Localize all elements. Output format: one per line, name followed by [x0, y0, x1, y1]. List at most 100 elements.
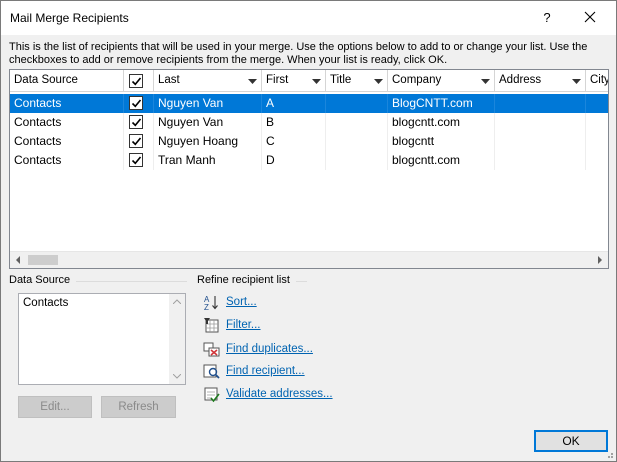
- column-label: City: [590, 74, 609, 86]
- find-recipient-icon: [203, 364, 220, 379]
- scroll-right-icon[interactable]: [591, 252, 608, 268]
- column-header-company[interactable]: Company: [388, 70, 495, 92]
- sort-az-icon: A Z: [204, 295, 218, 311]
- checkmark-icon: [131, 118, 142, 127]
- scroll-down-icon[interactable]: [173, 374, 181, 379]
- column-header-select-all[interactable]: [124, 70, 154, 92]
- row-checkbox[interactable]: [129, 115, 143, 129]
- cell-company: blogcntt.com: [388, 113, 495, 132]
- cell-first: B: [262, 113, 326, 132]
- dialog-title: Mail Merge Recipients: [10, 11, 129, 25]
- refine-link-label: Filter...: [226, 319, 261, 331]
- column-label: Address: [499, 74, 542, 86]
- refine-link-label: Find recipient...: [226, 365, 305, 377]
- cell-title: [326, 151, 388, 170]
- cell-company: BlogCNTT.com: [388, 94, 495, 113]
- close-button[interactable]: [575, 4, 605, 30]
- column-label: Last: [158, 74, 180, 86]
- cell-title: [326, 94, 388, 113]
- svg-text:Z: Z: [204, 303, 209, 311]
- cell-city: [586, 151, 608, 170]
- column-header-last[interactable]: Last: [154, 70, 262, 92]
- row-checkbox[interactable]: [129, 153, 143, 167]
- cell-checkbox: [124, 151, 154, 170]
- checkmark-icon: [131, 156, 142, 165]
- cell-address: [495, 132, 586, 151]
- edit-button[interactable]: Edit...: [18, 396, 92, 418]
- cell-data-source: Contacts: [10, 94, 124, 113]
- help-button[interactable]: ?: [535, 6, 559, 30]
- cell-checkbox: [124, 94, 154, 113]
- column-header-city[interactable]: City: [586, 70, 609, 92]
- mail-merge-recipients-dialog: Mail Merge Recipients ? This is the list…: [0, 0, 617, 462]
- cell-last: Nguyen Van: [154, 113, 262, 132]
- find-duplicates-icon: [203, 342, 220, 357]
- resize-grip-icon[interactable]: [604, 449, 614, 459]
- dropdown-arrow-icon[interactable]: [248, 79, 257, 84]
- cell-city: [586, 113, 608, 132]
- vertical-scrollbar[interactable]: [169, 294, 185, 384]
- dropdown-arrow-icon[interactable]: [312, 79, 321, 84]
- cell-first: A: [262, 94, 326, 113]
- cell-city: [586, 132, 608, 151]
- row-checkbox[interactable]: [129, 96, 143, 110]
- checkmark-icon: [131, 77, 142, 86]
- cell-title: [326, 113, 388, 132]
- table-row[interactable]: Contacts Tran Manh D blogcntt.com: [10, 151, 608, 170]
- list-item[interactable]: Contacts: [23, 297, 68, 309]
- checkmark-icon: [131, 99, 142, 108]
- cell-data-source: Contacts: [10, 151, 124, 170]
- dropdown-arrow-icon[interactable]: [572, 79, 581, 84]
- cell-city: [586, 94, 608, 113]
- scroll-left-icon[interactable]: [10, 252, 27, 268]
- close-icon: [584, 11, 596, 23]
- row-checkbox[interactable]: [129, 134, 143, 148]
- cell-data-source: Contacts: [10, 113, 124, 132]
- filter-table-icon: [204, 318, 219, 333]
- column-header-first[interactable]: First: [262, 70, 326, 92]
- cell-last: Nguyen Van: [154, 94, 262, 113]
- cell-address: [495, 113, 586, 132]
- cell-checkbox: [124, 132, 154, 151]
- column-label: Data Source: [14, 74, 78, 86]
- cell-first: D: [262, 151, 326, 170]
- grid-header: Data Source Last First Title Company Add…: [10, 70, 609, 92]
- data-source-group-label: Data Source: [9, 274, 77, 286]
- select-all-checkbox[interactable]: [129, 74, 143, 88]
- scroll-up-icon[interactable]: [173, 299, 181, 304]
- ok-button[interactable]: OK: [534, 430, 608, 452]
- table-row[interactable]: Contacts Nguyen Van A BlogCNTT.com: [10, 94, 608, 113]
- table-row[interactable]: Contacts Nguyen Van B blogcntt.com: [10, 113, 608, 132]
- cell-company: blogcntt.com: [388, 151, 495, 170]
- column-label: First: [266, 74, 289, 86]
- intro-text: This is the list of recipients that will…: [9, 41, 588, 66]
- checkmark-icon: [131, 137, 142, 146]
- dropdown-arrow-icon[interactable]: [481, 79, 490, 84]
- scrollbar-thumb[interactable]: [28, 255, 58, 265]
- refine-link-label: Sort...: [226, 296, 257, 308]
- cell-title: [326, 132, 388, 151]
- dropdown-arrow-icon[interactable]: [374, 79, 383, 84]
- validate-addresses-icon: [204, 387, 220, 403]
- column-label: Title: [330, 74, 352, 86]
- refine-link-label: Validate addresses...: [226, 388, 333, 400]
- refine-group-label: Refine recipient list: [197, 274, 296, 286]
- refresh-button[interactable]: Refresh: [101, 396, 176, 418]
- cell-first: C: [262, 132, 326, 151]
- column-header-data-source[interactable]: Data Source: [10, 70, 124, 92]
- column-label: Company: [392, 74, 442, 86]
- cell-address: [495, 151, 586, 170]
- cell-company: blogcntt: [388, 132, 495, 151]
- title-bar: Mail Merge Recipients ?: [1, 1, 616, 35]
- column-header-title[interactable]: Title: [326, 70, 388, 92]
- refine-link-label: Find duplicates...: [226, 343, 313, 355]
- recipients-grid[interactable]: Data Source Last First Title Company Add…: [9, 69, 609, 269]
- cell-last: Nguyen Hoang: [154, 132, 262, 151]
- table-row[interactable]: Contacts Nguyen Hoang C blogcntt: [10, 132, 608, 151]
- cell-last: Tran Manh: [154, 151, 262, 170]
- cell-data-source: Contacts: [10, 132, 124, 151]
- horizontal-scrollbar[interactable]: [10, 251, 608, 268]
- cell-checkbox: [124, 113, 154, 132]
- column-header-address[interactable]: Address: [495, 70, 586, 92]
- data-source-list[interactable]: Contacts: [18, 293, 186, 385]
